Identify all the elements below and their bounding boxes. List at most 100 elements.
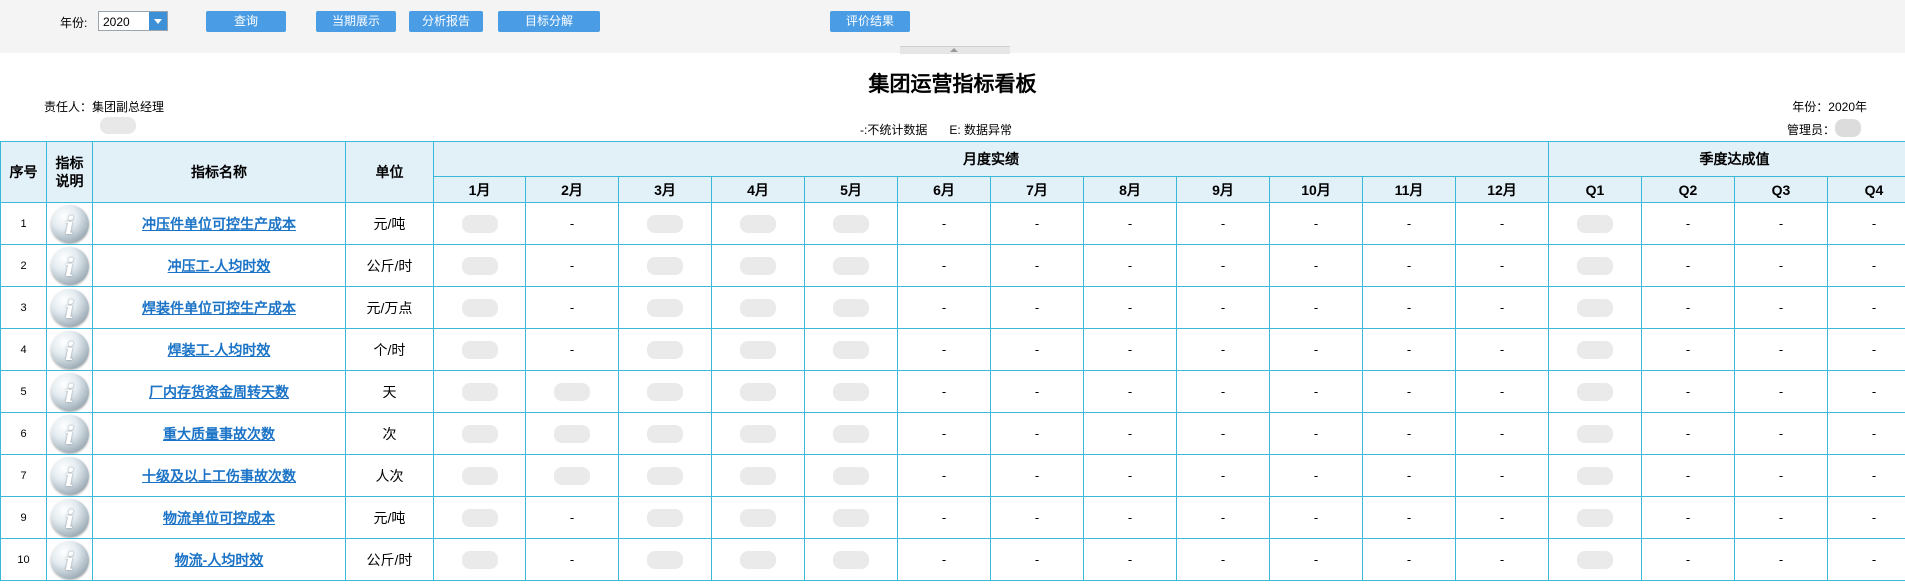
info-icon[interactable] [50,372,89,411]
quarter-value: - [1734,244,1828,287]
month-value: - [1455,286,1549,329]
month-value: - [1269,286,1363,329]
quarter-value [1548,286,1642,329]
masked-value [1577,424,1613,443]
indicator-name-cell: 冲压件单位可控生产成本 [92,202,346,245]
month-header: 4月 [711,176,805,203]
year-select-value: 2020 [103,15,130,29]
row-index: 6 [0,412,47,455]
table-row: 6重大质量事故次数次---------- [0,412,1905,455]
row-index: 10 [0,538,47,581]
table-row: 9物流单位可控成本元/吨----------- [0,496,1905,539]
indicator-name-link[interactable]: 十级及以上工伤事故次数 [142,468,296,484]
month-value: - [1455,244,1549,287]
month-value: - [1083,496,1177,539]
info-icon[interactable] [50,456,89,495]
month-value: - [1176,202,1270,245]
row-index: 3 [0,286,47,329]
month-value [618,496,712,539]
month-value [618,538,712,581]
quarter-value: - [1641,286,1735,329]
month-value [618,370,712,413]
info-icon[interactable] [50,288,89,327]
quarter-value: - [1641,496,1735,539]
masked-value [740,298,776,317]
month-value: - [1269,454,1363,497]
month-header: 9月 [1176,176,1270,203]
month-value: - [1176,412,1270,455]
info-icon[interactable] [50,498,89,537]
masked-value [647,340,683,359]
month-value: - [1362,496,1456,539]
masked-value [461,340,498,359]
quarter-value: - [1641,202,1735,245]
evaluation-result-button[interactable]: 评价结果 [830,11,910,32]
quarter-value: - [1827,496,1905,539]
month-value [804,412,898,455]
indicator-desc-cell [46,496,93,539]
month-value [711,496,805,539]
month-value [711,202,805,245]
indicator-name-cell: 厂内存货资金周转天数 [92,370,346,413]
quarter-value: - [1734,328,1828,371]
header-name: 指标名称 [92,141,346,203]
header-index: 序号 [0,141,47,203]
month-value [711,412,805,455]
masked-value [554,382,590,401]
indicator-name-link[interactable]: 重大质量事故次数 [163,426,275,442]
query-button[interactable]: 查询 [206,11,286,32]
info-icon[interactable] [50,414,89,453]
year-dropdown-button[interactable] [149,12,167,30]
month-value: - [1362,412,1456,455]
collapse-toggle[interactable] [900,46,1010,54]
month-value: - [1176,496,1270,539]
info-icon[interactable] [50,540,89,579]
info-icon[interactable] [50,204,89,243]
masked-value [740,256,776,275]
indicator-name-link[interactable]: 物流-人均时效 [175,552,264,568]
masked-value [461,424,498,443]
indicator-name-link[interactable]: 冲压件单位可控生产成本 [142,216,296,232]
analysis-report-button[interactable]: 分析报告 [409,11,483,32]
month-value: - [990,538,1084,581]
masked-value [833,424,869,443]
indicator-name-link[interactable]: 物流单位可控成本 [163,510,275,526]
target-decomposition-button[interactable]: 目标分解 [498,11,600,32]
month-value: - [1083,538,1177,581]
month-header: 5月 [804,176,898,203]
indicator-name-link[interactable]: 焊装工-人均时效 [168,342,271,358]
masked-value [647,508,683,527]
unit-cell: 天 [345,370,434,413]
indicator-name-link[interactable]: 焊装件单位可控生产成本 [142,300,296,316]
current-period-button[interactable]: 当期展示 [316,11,396,32]
month-value: - [1455,412,1549,455]
row-index: 1 [0,202,47,245]
table-row: 2冲压工-人均时效公斤/时----------- [0,244,1905,287]
month-value: - [897,202,991,245]
masked-value [461,256,498,275]
quarter-value [1548,328,1642,371]
info-icon[interactable] [50,246,89,285]
masked-value [833,256,869,275]
indicator-name-link[interactable]: 厂内存货资金周转天数 [149,384,289,400]
table-row: 4焊装工-人均时效个/时----------- [0,328,1905,371]
legend-error: E: 数据异常 [949,123,1013,137]
month-value: - [897,454,991,497]
indicator-name-link[interactable]: 冲压工-人均时效 [168,258,271,274]
quarter-value: - [1641,328,1735,371]
month-value: - [525,496,619,539]
info-icon[interactable] [50,330,89,369]
quarter-value: - [1827,370,1905,413]
month-value [433,412,526,455]
quarter-value: - [1827,412,1905,455]
month-value: - [1083,328,1177,371]
table-row: 10物流-人均时效公斤/时----------- [0,538,1905,581]
toolbar: 年份: 2020 查询 当期展示 分析报告 目标分解 评价结果 [0,0,1905,54]
month-value: - [990,412,1084,455]
masked-value [740,508,776,527]
year-select[interactable]: 2020 [98,11,168,31]
month-value [525,454,619,497]
month-value [804,496,898,539]
month-value: - [1362,538,1456,581]
quarter-value: - [1734,454,1828,497]
